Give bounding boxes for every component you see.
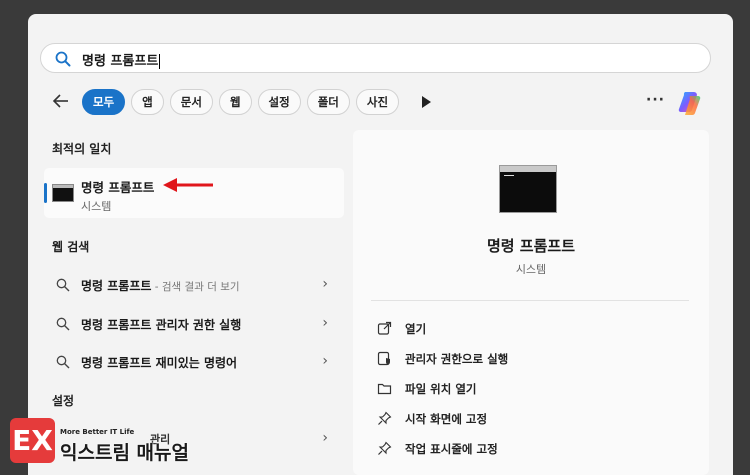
- tab-apps[interactable]: 앱: [131, 89, 164, 115]
- chevron-right-icon: ›: [322, 315, 328, 331]
- selection-indicator: [44, 183, 47, 203]
- command-prompt-icon: [52, 184, 74, 202]
- tab-settings[interactable]: 설정: [257, 89, 301, 115]
- folder-icon: [377, 383, 392, 395]
- detail-subtitle: 시스템: [515, 263, 547, 276]
- chevron-right-icon: ›: [322, 353, 328, 369]
- search-icon: [55, 51, 71, 67]
- action-label: 시작 화면에 고정: [405, 412, 488, 426]
- pin-icon: [378, 441, 392, 455]
- tab-photos[interactable]: 사진: [355, 89, 400, 115]
- action-pin-to-taskbar[interactable]: 작업 표시줄에 고정: [377, 438, 677, 460]
- search-input[interactable]: 명령 프롬프트: [82, 50, 161, 69]
- tab-documents[interactable]: 문서: [169, 89, 213, 115]
- web-search-result[interactable]: 명령 프롬프트 재미있는 명령어 ›: [44, 347, 344, 377]
- more-options-icon[interactable]: ···: [646, 92, 665, 108]
- action-run-as-admin[interactable]: 관리자 권한으로 실행: [377, 348, 677, 370]
- tab-folders[interactable]: 폴더: [306, 89, 350, 115]
- search-box[interactable]: 명령 프롬프트: [40, 43, 711, 73]
- admin-shield-icon: [377, 351, 390, 366]
- action-open[interactable]: 열기: [377, 318, 677, 340]
- pin-icon: [378, 411, 392, 425]
- chevron-right-icon: ›: [322, 276, 328, 292]
- site-logo: EX: [10, 418, 55, 463]
- action-label: 열기: [405, 322, 427, 336]
- tab-all[interactable]: 모두: [82, 89, 126, 115]
- web-query-bold: 재미있는 명령어: [155, 356, 238, 370]
- tab-web[interactable]: 웹: [218, 89, 252, 115]
- action-label: 관리자 권한으로 실행: [405, 352, 509, 366]
- detail-pane: 명령 프롬프트 시스템 열기 관리자 권한으로 실행 파일 위치 열기 시작 화…: [353, 130, 709, 475]
- site-watermark: EX More Better IT Life 익스트림 매뉴얼: [10, 415, 200, 475]
- detail-title: 명령 프롬프트: [486, 237, 576, 255]
- web-search-result[interactable]: 명령 프롬프트 관리자 권한 실행 ›: [44, 309, 344, 339]
- divider: [371, 300, 689, 301]
- prompt-cursor: [504, 175, 514, 176]
- search-icon: [56, 317, 70, 331]
- filter-tabs: 모두 앱 문서 웹 설정 폴더 사진: [82, 89, 400, 115]
- red-arrow-annotation: [163, 178, 213, 192]
- web-search-result[interactable]: 명령 프롬프트 - 검색 결과 더 보기 ›: [44, 270, 344, 300]
- best-match-item[interactable]: 명령 프롬프트 시스템: [44, 168, 344, 218]
- search-icon: [56, 278, 70, 292]
- back-arrow-icon[interactable]: [52, 92, 70, 110]
- more-filters-play-icon[interactable]: [422, 96, 431, 108]
- best-match-subtitle: 시스템: [81, 200, 112, 213]
- web-search-heading: 웹 검색: [52, 240, 90, 254]
- action-pin-to-start[interactable]: 시작 화면에 고정: [377, 408, 677, 430]
- copilot-icon[interactable]: [676, 88, 706, 118]
- text-caret: [159, 54, 161, 69]
- best-match-title: 명령 프롬프트: [81, 180, 155, 195]
- action-label: 파일 위치 열기: [405, 382, 477, 396]
- web-query: 명령 프롬프트: [81, 318, 156, 332]
- site-name: 익스트림 매뉴얼: [60, 442, 189, 464]
- web-query-suffix: - 검색 결과 더 보기: [151, 281, 240, 293]
- action-label: 작업 표시줄에 고정: [405, 442, 498, 456]
- web-query: 명령 프롬프트: [81, 279, 152, 293]
- settings-heading: 설정: [52, 394, 75, 408]
- action-open-file-location[interactable]: 파일 위치 열기: [377, 378, 677, 400]
- command-prompt-large-icon: [499, 165, 557, 213]
- web-query: 명령 프롬프트: [81, 356, 156, 370]
- chevron-right-icon: ›: [322, 430, 328, 446]
- search-icon: [56, 355, 70, 369]
- web-query-bold: 관리자 권한 실행: [155, 318, 242, 332]
- site-tagline: More Better IT Life: [60, 428, 135, 436]
- best-match-heading: 최적의 일치: [52, 142, 112, 156]
- open-external-icon: [377, 321, 392, 335]
